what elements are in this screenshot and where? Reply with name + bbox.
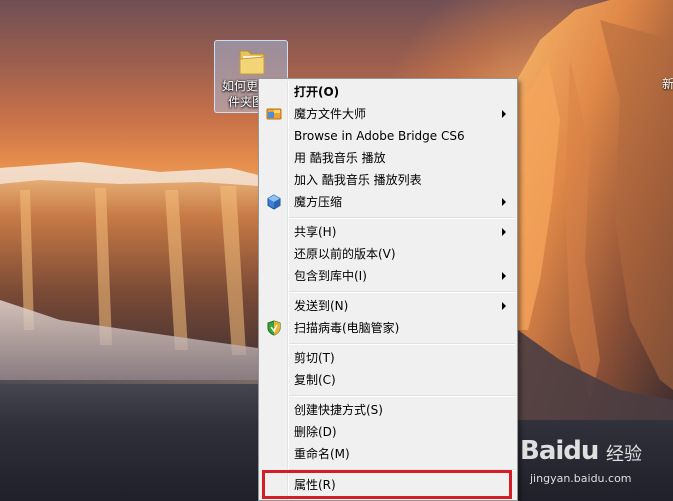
menu-item-label: 创建快捷方式(S): [294, 403, 383, 417]
menu-item-mofang-compress[interactable]: 魔方压缩: [261, 191, 515, 213]
tencent-pc-manager-shield-icon: [266, 320, 282, 336]
menu-item-label: 共享(H): [294, 225, 337, 239]
context-menu: 打开(O) 魔方文件大师 Browse in Adobe Bridge CS6 …: [258, 78, 518, 501]
menu-item-label: Browse in Adobe Bridge CS6: [294, 129, 465, 143]
menu-item-browse-adobe-bridge[interactable]: Browse in Adobe Bridge CS6: [261, 125, 515, 147]
menu-item-include-in-library[interactable]: 包含到库中(I): [261, 265, 515, 287]
menu-item-label: 包含到库中(I): [294, 269, 367, 283]
menu-separator: [289, 291, 515, 293]
menu-item-copy[interactable]: 复制(C): [261, 369, 515, 391]
mofang-master-icon: [266, 106, 282, 122]
menu-item-label: 扫描病毒(电脑管家): [294, 321, 400, 335]
baidu-jingyan-watermark: Baidu 经验 jingyan.baidu.com: [520, 428, 670, 498]
menu-item-label: 加入 酷我音乐 播放列表: [294, 173, 422, 187]
menu-item-create-shortcut[interactable]: 创建快捷方式(S): [261, 399, 515, 421]
menu-item-label: 剪切(T): [294, 351, 335, 365]
submenu-arrow-icon: [502, 198, 506, 206]
properties-highlight-box: [262, 470, 512, 499]
menu-item-restore-previous-versions[interactable]: 还原以前的版本(V): [261, 243, 515, 265]
menu-item-label: 魔方文件大师: [294, 107, 367, 121]
watermark-text: 经验: [606, 444, 642, 465]
menu-separator: [289, 217, 515, 219]
menu-item-kuwo-add-playlist[interactable]: 加入 酷我音乐 播放列表: [261, 169, 515, 191]
menu-item-rename[interactable]: 重命名(M): [261, 443, 515, 465]
menu-item-label: 发送到(N): [294, 299, 349, 313]
menu-item-label: 复制(C): [294, 373, 336, 387]
menu-item-mofang-file-master[interactable]: 魔方文件大师: [261, 103, 515, 125]
submenu-arrow-icon: [502, 110, 506, 118]
menu-item-kuwo-play[interactable]: 用 酷我音乐 播放: [261, 147, 515, 169]
submenu-arrow-icon: [502, 272, 506, 280]
menu-item-label: 打开(O): [294, 85, 340, 99]
menu-item-label: 重命名(M): [294, 447, 350, 461]
submenu-arrow-icon: [502, 228, 506, 236]
mofang-compress-icon: [266, 194, 282, 210]
watermark-url: jingyan.baidu.com: [530, 472, 632, 485]
menu-item-send-to[interactable]: 发送到(N): [261, 295, 515, 317]
menu-separator: [289, 395, 515, 397]
menu-item-label: 删除(D): [294, 425, 337, 439]
menu-item-label: 还原以前的版本(V): [294, 247, 396, 261]
menu-item-delete[interactable]: 删除(D): [261, 421, 515, 443]
folder-icon: [237, 45, 267, 81]
menu-item-scan-virus[interactable]: 扫描病毒(电脑管家): [261, 317, 515, 339]
submenu-arrow-icon: [502, 302, 506, 310]
menu-item-label: 用 酷我音乐 播放: [294, 151, 386, 165]
desktop-edge-label: 新: [662, 77, 673, 91]
menu-item-open[interactable]: 打开(O): [261, 81, 515, 103]
menu-item-cut[interactable]: 剪切(T): [261, 347, 515, 369]
menu-item-share[interactable]: 共享(H): [261, 221, 515, 243]
menu-item-label: 魔方压缩: [294, 195, 343, 209]
baidu-logo: Baidu: [520, 436, 599, 466]
menu-separator: [289, 343, 515, 345]
